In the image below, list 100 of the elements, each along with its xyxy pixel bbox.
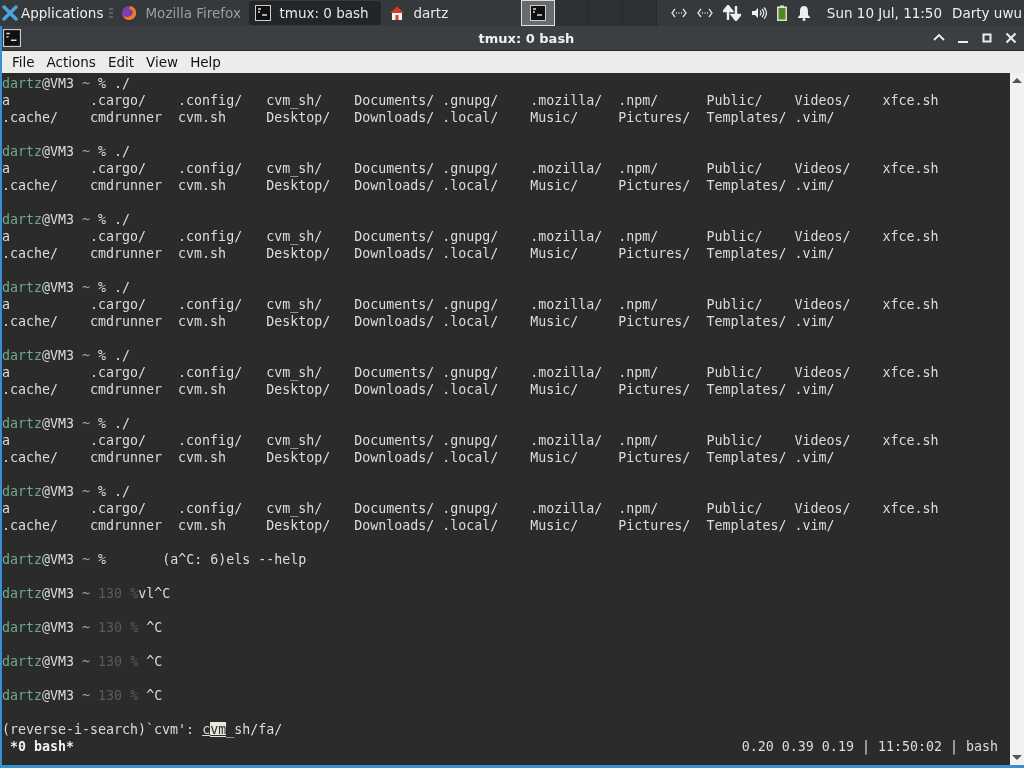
- file-name: cmdrunner: [90, 517, 164, 534]
- file-name: Music/: [530, 177, 580, 194]
- file-name: .npm/: [618, 228, 660, 245]
- file-name: .mozilla/: [530, 296, 604, 313]
- prompt-line: dartz@VM3 ~ % (a^C: 6)els --help: [2, 551, 308, 568]
- task-button[interactable]: Mozilla Firefox: [115, 1, 248, 25]
- menu-item[interactable]: Edit: [101, 54, 141, 70]
- file-name: Templates/: [706, 245, 788, 262]
- file-name: Documents/: [354, 296, 436, 313]
- terminal-icon: [530, 5, 547, 21]
- file-name: .cargo/: [90, 296, 148, 313]
- network-icon[interactable]: [696, 6, 713, 20]
- menu-item[interactable]: Actions: [40, 54, 102, 70]
- file-name: .cache/: [2, 517, 60, 534]
- file-name: .local/: [442, 449, 500, 466]
- file-name: Music/: [530, 245, 580, 262]
- volume-icon[interactable]: [750, 6, 767, 20]
- file-name: Pictures/: [618, 177, 692, 194]
- file-name: .mozilla/: [530, 92, 604, 109]
- file-name: .cargo/: [90, 500, 148, 517]
- file-name: Downloads/: [354, 313, 436, 330]
- scrollbar[interactable]: [1010, 73, 1024, 765]
- network-icon[interactable]: [670, 6, 687, 20]
- file-name: .npm/: [618, 296, 660, 313]
- terminal-icon[interactable]: [3, 29, 21, 47]
- maximize-button[interactable]: [980, 31, 994, 45]
- file-name: Public/: [706, 160, 764, 177]
- menu-item[interactable]: File: [6, 54, 41, 70]
- file-name: .vim/: [794, 177, 836, 194]
- file-name: .cache/: [2, 313, 60, 330]
- file-name: .npm/: [618, 500, 660, 517]
- file-name: .cache/: [2, 381, 60, 398]
- file-name: Pictures/: [618, 313, 692, 330]
- file-name: Music/: [530, 449, 580, 466]
- file-name: Downloads/: [354, 517, 436, 534]
- tmux-status-text: 0.20 0.39 0.19 | 11:50:02 | bash: [741, 738, 998, 755]
- file-name: .config/: [178, 432, 244, 449]
- menu-item[interactable]: Help: [184, 54, 227, 70]
- file-name: cmdrunner: [90, 177, 164, 194]
- file-name: Documents/: [354, 92, 436, 109]
- prompt-line: dartz@VM3 ~ % ./: [2, 143, 132, 160]
- file-name: Public/: [706, 296, 764, 313]
- battery-icon[interactable]: [776, 5, 787, 21]
- file-name: a: [2, 364, 11, 381]
- xfce-logo-icon: [2, 5, 18, 21]
- search-line: (reverse-i-search)`cvm': cvm_sh/fa/: [2, 721, 284, 738]
- file-name: Videos/: [794, 92, 852, 109]
- file-name: .local/: [442, 313, 500, 330]
- file-name: .npm/: [618, 432, 660, 449]
- applications-menu-button[interactable]: Applications: [0, 0, 108, 26]
- file-name: .local/: [442, 109, 500, 126]
- file-name: xfce.sh: [882, 364, 940, 381]
- file-name: Documents/: [354, 364, 436, 381]
- file-name: Videos/: [794, 432, 852, 449]
- file-name: Public/: [706, 500, 764, 517]
- menu-item[interactable]: View: [140, 54, 185, 70]
- file-name: Templates/: [706, 109, 788, 126]
- file-name: Documents/: [354, 228, 436, 245]
- file-name: Public/: [706, 364, 764, 381]
- file-name: Music/: [530, 381, 580, 398]
- transfer-arrows-icon[interactable]: [722, 5, 741, 21]
- prompt-line: dartz@VM3 ~ % ./: [2, 75, 132, 92]
- file-name: .mozilla/: [530, 500, 604, 517]
- scroll-up-icon[interactable]: [1012, 77, 1022, 83]
- file-name: Templates/: [706, 177, 788, 194]
- file-name: xfce.sh: [882, 228, 940, 245]
- file-name: Downloads/: [354, 449, 436, 466]
- terminal-icon: [255, 5, 272, 21]
- close-button[interactable]: [1004, 31, 1018, 45]
- file-name: .gnupg/: [442, 500, 500, 517]
- file-name: .cargo/: [90, 92, 148, 109]
- file-name: Music/: [530, 313, 580, 330]
- file-name: .config/: [178, 228, 244, 245]
- file-name: a: [2, 432, 11, 449]
- file-name: Pictures/: [618, 517, 692, 534]
- file-name: .local/: [442, 245, 500, 262]
- file-name: cvm_sh/: [266, 92, 324, 109]
- user-name[interactable]: Darty uwu: [952, 5, 1022, 21]
- file-name: xfce.sh: [882, 500, 940, 517]
- file-name: .cargo/: [90, 160, 148, 177]
- scroll-down-icon[interactable]: [1012, 755, 1022, 761]
- file-name: Music/: [530, 517, 580, 534]
- file-name: a: [2, 92, 11, 109]
- bell-icon[interactable]: [796, 5, 811, 21]
- task-button[interactable]: dartz: [383, 1, 516, 25]
- file-name: cvm_sh/: [266, 364, 324, 381]
- file-name: Desktop/: [266, 109, 332, 126]
- clock-text[interactable]: Sun 10 Jul, 11:50: [826, 5, 943, 21]
- task-button[interactable]: tmux: 0 bash: [249, 1, 382, 25]
- file-name: Videos/: [794, 500, 852, 517]
- file-name: Public/: [706, 228, 764, 245]
- file-name: .mozilla/: [530, 160, 604, 177]
- file-name: .vim/: [794, 109, 836, 126]
- file-name: .vim/: [794, 517, 836, 534]
- file-name: .gnupg/: [442, 160, 500, 177]
- file-name: Desktop/: [266, 381, 332, 398]
- file-name: .mozilla/: [530, 228, 604, 245]
- file-name: .local/: [442, 381, 500, 398]
- file-name: .gnupg/: [442, 432, 500, 449]
- file-name: .config/: [178, 160, 244, 177]
